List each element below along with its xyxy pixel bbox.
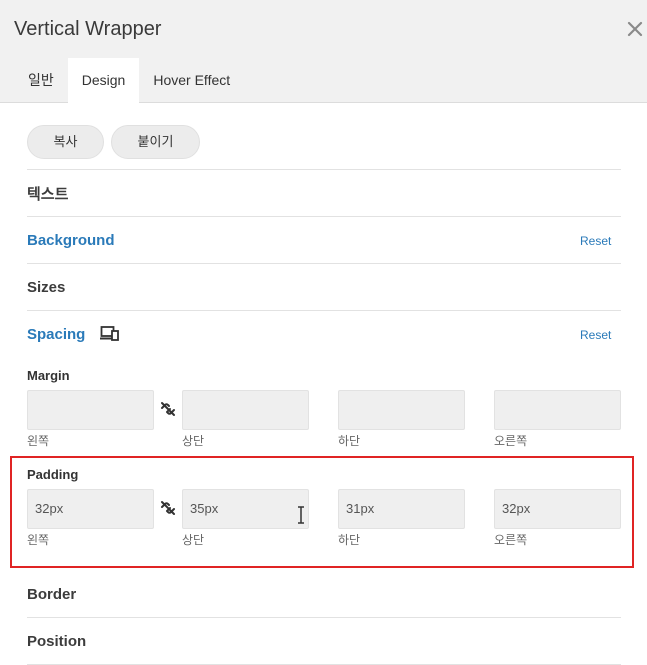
margin-top-caption: 상단 bbox=[182, 434, 205, 448]
margin-left-input[interactable] bbox=[27, 390, 154, 430]
tab-bar: 일반 Design Hover Effect bbox=[0, 58, 244, 103]
section-background[interactable]: Background bbox=[27, 232, 115, 249]
margin-label: Margin bbox=[27, 368, 70, 383]
margin-left-caption: 왼쪽 bbox=[27, 434, 50, 448]
margin-bottom-input[interactable] bbox=[338, 390, 465, 430]
divider bbox=[27, 216, 621, 217]
close-icon[interactable] bbox=[624, 18, 646, 40]
divider bbox=[27, 617, 621, 618]
tab-general[interactable]: 일반 bbox=[14, 58, 68, 103]
copy-paste-row: 복사 붙이기 bbox=[27, 125, 200, 159]
spacing-reset-link[interactable]: Reset bbox=[580, 328, 611, 342]
section-position[interactable]: Position bbox=[27, 633, 86, 650]
divider bbox=[27, 310, 621, 311]
section-spacing[interactable]: Spacing bbox=[27, 326, 85, 343]
divider bbox=[27, 263, 621, 264]
panel-header: Vertical Wrapper 일반 Design Hover Effect bbox=[0, 0, 647, 103]
margin-bottom-caption: 하단 bbox=[338, 434, 361, 448]
divider bbox=[27, 169, 621, 170]
margin-top-input[interactable] bbox=[182, 390, 309, 430]
section-text[interactable]: 텍스트 bbox=[27, 183, 68, 204]
padding-highlight-box bbox=[10, 456, 634, 568]
section-border[interactable]: Border bbox=[27, 586, 76, 603]
unlink-icon[interactable] bbox=[159, 400, 177, 418]
margin-right-input[interactable] bbox=[494, 390, 621, 430]
paste-button[interactable]: 붙이기 bbox=[111, 125, 200, 159]
copy-button[interactable]: 복사 bbox=[27, 125, 104, 159]
panel-title: Vertical Wrapper bbox=[14, 18, 162, 40]
tab-design[interactable]: Design bbox=[67, 58, 140, 103]
tab-hover-effect[interactable]: Hover Effect bbox=[139, 58, 244, 103]
responsive-device-icon[interactable] bbox=[100, 325, 120, 343]
margin-right-caption: 오른쪽 bbox=[494, 434, 528, 448]
section-sizes[interactable]: Sizes bbox=[27, 279, 65, 296]
background-reset-link[interactable]: Reset bbox=[580, 234, 611, 248]
